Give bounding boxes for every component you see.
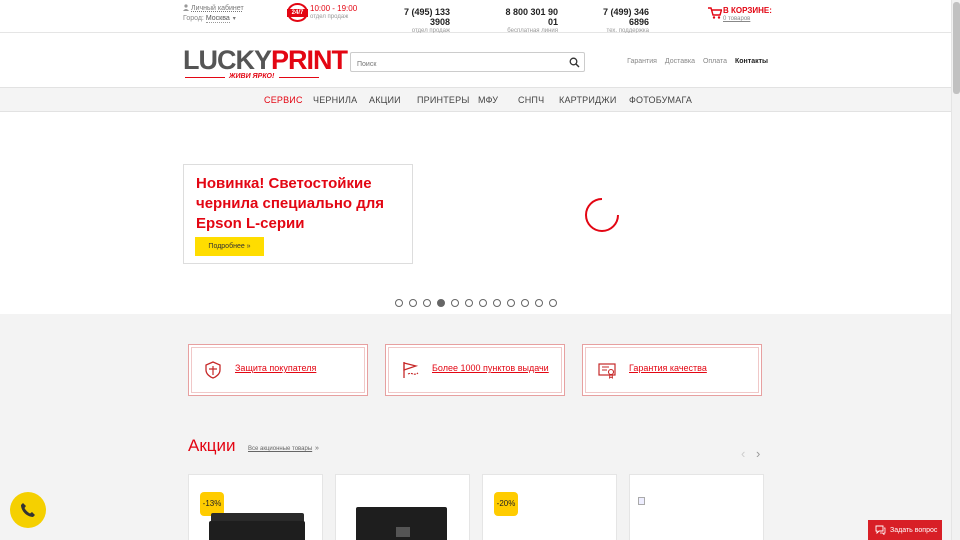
- logo-print: PRINT: [271, 45, 348, 75]
- feature-buyer-protection[interactable]: Защита покупателя: [188, 344, 368, 396]
- phone-number[interactable]: 7 (495) 133 3908: [388, 7, 450, 27]
- phone-sales[interactable]: 7 (495) 133 3908 отдел продаж: [388, 7, 450, 35]
- scrollbar-thumb[interactable]: [953, 2, 960, 94]
- slider-dot[interactable]: [409, 299, 417, 307]
- hours-value: 10:00 - 19:00: [310, 4, 358, 13]
- slider-dot[interactable]: [451, 299, 459, 307]
- top-bar: Личный кабинет Город: Москва ▾ 24/7 10:00…: [0, 0, 951, 35]
- cart-count[interactable]: 0 товаров: [723, 16, 750, 22]
- user-icon: [183, 4, 189, 11]
- printer-image: [209, 521, 305, 540]
- account-link[interactable]: Личный кабинет: [191, 5, 244, 12]
- promo-title: Новинка! Светостойкие чернила специально…: [196, 175, 385, 232]
- promo-card: Новинка! Светостойкие чернила специально…: [183, 164, 413, 264]
- nav-item-mfp[interactable]: МФУ: [478, 95, 498, 105]
- nav-item-sales[interactable]: АКЦИИ: [369, 95, 401, 105]
- double-chevron-right-icon[interactable]: »: [315, 445, 319, 452]
- logo-wordmark: LUCKYPRINT: [183, 45, 348, 75]
- search-input[interactable]: [351, 55, 561, 74]
- badge-247-text: 24/7: [287, 9, 308, 17]
- shield-icon: [205, 361, 221, 379]
- slider-dot[interactable]: [395, 299, 403, 307]
- link-delivery[interactable]: Доставка: [665, 58, 695, 65]
- broken-image-icon: [638, 497, 645, 505]
- working-hours: 10:00 - 19:00 отдел продаж: [310, 4, 357, 22]
- ask-question-button[interactable]: Задать вопрос: [868, 520, 942, 540]
- link-contacts[interactable]: Контакты: [735, 58, 768, 65]
- site-logo[interactable]: LUCKYPRINT ЖИВИ ЯРКО!: [183, 46, 348, 84]
- logo-tagline: ЖИВИ ЯРКО!: [229, 73, 275, 80]
- feature-text[interactable]: Более 1000 пунктов выдачи: [432, 363, 549, 373]
- slider-dot[interactable]: [423, 299, 431, 307]
- content-band: Защита покупателя Более 1000 пунктов выд…: [0, 314, 951, 540]
- city-label: Город:: [183, 15, 204, 22]
- main-nav: СЕРВИС ЧЕРНИЛА АКЦИИ ПРИНТЕРЫ МФУ СНПЧ К…: [0, 87, 951, 112]
- info-links: Гарантия Доставка Оплата Контакты: [621, 58, 768, 65]
- phone-number[interactable]: 8 800 301 90 01: [498, 7, 558, 27]
- slider-dot[interactable]: [521, 299, 529, 307]
- nav-item-cartridges[interactable]: КАРТРИДЖИ: [559, 95, 617, 105]
- search-box[interactable]: [350, 52, 585, 74]
- logo-divider: [279, 77, 319, 78]
- product-card[interactable]: -20%: [482, 474, 617, 540]
- logo-lucky: LUCKY: [183, 45, 272, 75]
- product-card[interactable]: [629, 474, 764, 540]
- header: LUCKYPRINT ЖИВИ ЯРКО! Гарантия Доставка …: [0, 33, 951, 87]
- logo-divider: [185, 77, 225, 78]
- slider-dot[interactable]: [493, 299, 501, 307]
- loading-spinner-icon: [585, 198, 619, 232]
- slider-dot[interactable]: [535, 299, 543, 307]
- search-icon[interactable]: [569, 57, 580, 68]
- slider-dot[interactable]: [465, 299, 473, 307]
- nav-item-service[interactable]: СЕРВИС: [264, 95, 303, 105]
- cart-icon[interactable]: [708, 7, 722, 19]
- chat-icon: [875, 525, 886, 535]
- chevron-down-icon[interactable]: ▾: [233, 14, 236, 24]
- discount-badge: -20%: [494, 492, 518, 516]
- hours-sub: отдел продаж: [310, 14, 349, 20]
- product-card[interactable]: -13%: [188, 474, 323, 540]
- slider-dot[interactable]: [479, 299, 487, 307]
- city-selector[interactable]: Москва: [205, 15, 230, 23]
- phone-number[interactable]: 7 (499) 346 6896: [584, 7, 649, 27]
- nav-item-photopaper[interactable]: ФОТОБУМАГА: [629, 95, 692, 105]
- phone-free[interactable]: 8 800 301 90 01 бесплатная линия: [498, 7, 558, 35]
- sales-title: Акции: [188, 436, 236, 455]
- link-payment[interactable]: Оплата: [703, 58, 727, 65]
- phone-icon: [21, 503, 35, 517]
- product-card[interactable]: [335, 474, 470, 540]
- nav-item-ciss[interactable]: СНПЧ: [518, 95, 544, 105]
- slider-dot[interactable]: [437, 299, 445, 307]
- hero-slider: Новинка! Светостойкие чернила специально…: [0, 112, 951, 314]
- nav-item-inks[interactable]: ЧЕРНИЛА: [313, 95, 357, 105]
- callback-button[interactable]: [10, 492, 46, 528]
- carousel-next-icon[interactable]: ›: [756, 446, 760, 461]
- feature-pickup-points[interactable]: Более 1000 пунктов выдачи: [385, 344, 565, 396]
- badge-247-icon: 24/7: [287, 3, 308, 22]
- link-warranty[interactable]: Гарантия: [627, 58, 657, 65]
- feature-text[interactable]: Гарантия качества: [629, 363, 707, 373]
- feature-quality[interactable]: Гарантия качества: [582, 344, 762, 396]
- carousel-prev-icon[interactable]: ‹: [741, 446, 745, 461]
- all-sales-link[interactable]: Все акционные товары: [248, 446, 312, 452]
- promo-more-button[interactable]: Подробнее »: [195, 237, 264, 256]
- cart-title[interactable]: В КОРЗИНЕ:: [723, 6, 772, 15]
- slider-dot[interactable]: [549, 299, 557, 307]
- ask-question-label[interactable]: Задать вопрос: [890, 527, 937, 534]
- nav-item-printers[interactable]: ПРИНТЕРЫ: [417, 95, 470, 105]
- flag-route-icon: [403, 362, 419, 378]
- page-scrollbar[interactable]: [951, 0, 960, 540]
- feature-text[interactable]: Защита покупателя: [235, 363, 316, 373]
- printer-screen: [396, 527, 410, 537]
- certificate-icon: [598, 363, 616, 379]
- phone-support[interactable]: 7 (499) 346 6896 тех. поддержка: [584, 7, 649, 35]
- slider-dot[interactable]: [507, 299, 515, 307]
- account-block: Личный кабинет Город: Москва ▾: [183, 4, 244, 24]
